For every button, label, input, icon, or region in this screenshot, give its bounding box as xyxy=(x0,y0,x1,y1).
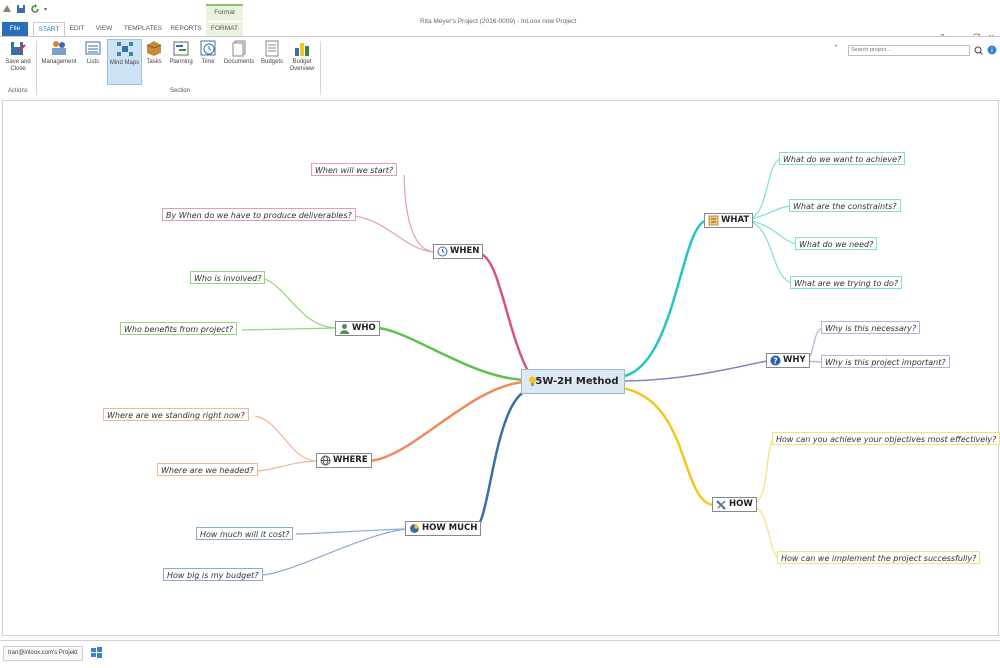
node-who-involved[interactable]: Who is involved? xyxy=(190,271,266,284)
node-what-need[interactable]: What do we need? xyxy=(795,237,878,250)
connector-when-1 xyxy=(403,174,435,253)
pie-chart-icon xyxy=(410,524,419,533)
branch-how-much-label: HOW MUCH xyxy=(422,523,478,533)
connector-how-2 xyxy=(751,504,779,559)
connector-who-1 xyxy=(264,278,337,329)
node-when-deliverables[interactable]: By When do we have to produce deliverabl… xyxy=(162,208,356,221)
connector-what-2 xyxy=(746,205,791,221)
connector-why xyxy=(624,360,768,382)
node-how-implement[interactable]: How can we implement the project success… xyxy=(777,551,981,564)
status-bar: tran@inloox.com's Projekt xyxy=(0,640,1000,668)
node-who-benefits[interactable]: Who benefits from project? xyxy=(120,322,237,335)
clock-icon xyxy=(437,246,448,257)
node-where-standing[interactable]: Where are we standing right now? xyxy=(103,408,249,421)
mind-map-center-node[interactable]: 5W-2H Method xyxy=(521,369,625,394)
branch-who[interactable]: WHO xyxy=(335,321,380,336)
connector-what xyxy=(619,219,706,379)
connector-where-2 xyxy=(256,460,317,472)
status-project-tab[interactable]: tran@inloox.com's Projekt xyxy=(3,646,83,661)
branch-how-much[interactable]: HOW MUCH xyxy=(405,521,482,536)
node-howmuch-cost[interactable]: How much will it cost? xyxy=(196,527,294,540)
branch-how[interactable]: HOW xyxy=(712,497,757,512)
connector-where xyxy=(367,380,526,463)
connector-howmuch-1 xyxy=(295,528,407,535)
windows-icon[interactable] xyxy=(90,646,103,659)
node-how-achieve[interactable]: How can you achieve your objectives most… xyxy=(772,432,1000,445)
branch-what-label: WHAT xyxy=(721,215,750,225)
connector-howmuch xyxy=(475,388,529,530)
branch-when-label: WHEN xyxy=(450,246,480,256)
globe-icon xyxy=(320,455,331,466)
lightbulb-icon xyxy=(529,376,536,386)
branch-when[interactable]: WHEN xyxy=(433,244,484,259)
connector-what-4 xyxy=(746,219,792,284)
node-what-constraints[interactable]: What are the constraints? xyxy=(789,199,901,212)
person-icon xyxy=(340,324,349,334)
branch-where[interactable]: WHERE xyxy=(316,453,372,468)
node-when-start[interactable]: When will we start? xyxy=(311,163,398,176)
svg-text:?: ? xyxy=(773,357,778,366)
branch-how-label: HOW xyxy=(729,499,753,509)
connector-how xyxy=(621,386,714,507)
question-icon: ? xyxy=(770,355,781,366)
branch-who-label: WHO xyxy=(352,323,376,333)
connector-how-1 xyxy=(751,438,774,506)
note-icon xyxy=(708,215,719,226)
branch-what[interactable]: WHAT xyxy=(704,213,754,228)
node-howmuch-budget[interactable]: How big is my budget? xyxy=(163,568,263,581)
node-why-necessary[interactable]: Why is this necessary? xyxy=(821,321,921,334)
node-what-achieve[interactable]: What do we want to achieve? xyxy=(779,152,906,165)
branch-where-label: WHERE xyxy=(333,455,368,465)
node-why-important[interactable]: Why is this project important? xyxy=(821,355,950,368)
center-label: 5W-2H Method xyxy=(535,376,619,387)
connector-who xyxy=(376,326,526,382)
node-where-headed[interactable]: Where are we headed? xyxy=(157,463,258,476)
branch-why-label: WHY xyxy=(783,355,806,365)
connector-who-2 xyxy=(241,327,337,331)
connector-where-1 xyxy=(254,415,317,462)
connector-when xyxy=(476,251,532,376)
branch-why[interactable]: ? WHY xyxy=(766,353,810,368)
tools-icon xyxy=(716,500,726,510)
node-what-trying[interactable]: What are we trying to do? xyxy=(790,276,903,289)
